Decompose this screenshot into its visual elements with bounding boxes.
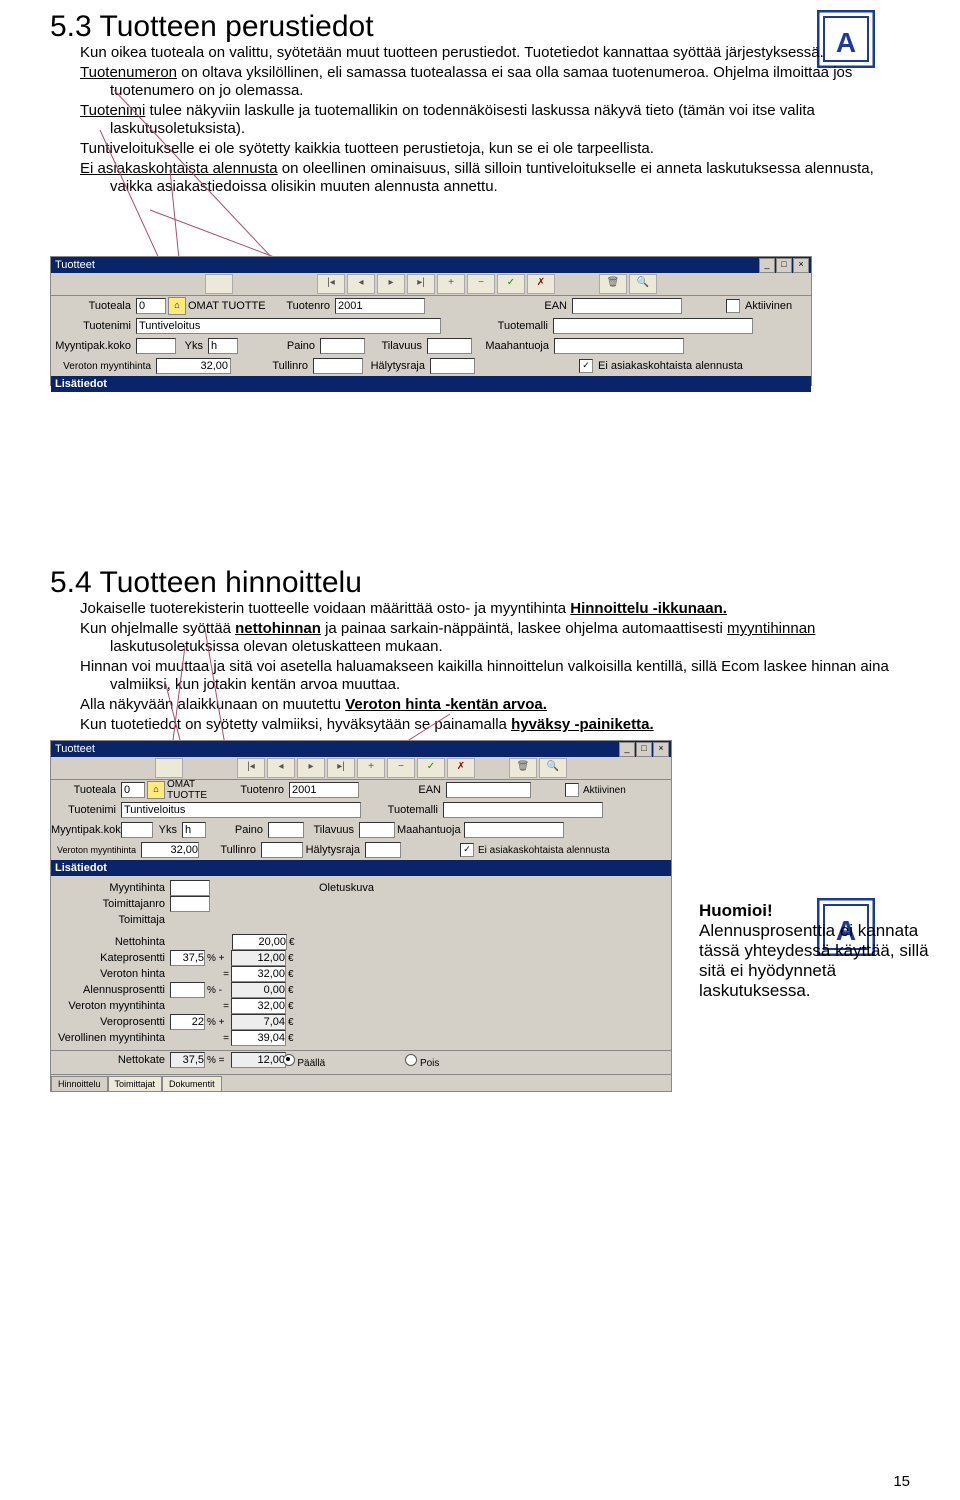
s54-p5: Kun tuotetiedot on syötetty valmiiksi, h… bbox=[80, 716, 910, 734]
add-icon[interactable]: + bbox=[437, 274, 465, 294]
window-title: Tuotteet bbox=[55, 257, 95, 273]
eak-checkbox[interactable]: ✓ bbox=[579, 359, 593, 373]
mpk-input[interactable] bbox=[136, 338, 176, 354]
search-icon-2[interactable]: 🔍 bbox=[539, 758, 567, 778]
tuotemalli-input[interactable] bbox=[553, 318, 753, 334]
paino-label: Paino bbox=[240, 340, 318, 352]
lisatiedot-bar-2: Lisätiedot bbox=[51, 860, 671, 876]
tuotenimi-label: Tuotenimi bbox=[51, 320, 134, 332]
halytys-label: Hälytysraja bbox=[365, 360, 428, 372]
halytys-input[interactable] bbox=[430, 358, 475, 374]
page-number: 15 bbox=[893, 1473, 910, 1490]
minimize-btn-2[interactable]: _ bbox=[619, 742, 635, 757]
s53-p5: Ei asiakaskohtaista alennusta on oleelli… bbox=[80, 160, 910, 196]
s54-p4: Alla näkyvään alaikkunaan on muutettu Ve… bbox=[80, 696, 910, 714]
nav-last-icon[interactable]: ▸| bbox=[407, 274, 435, 294]
remove-icon[interactable]: − bbox=[467, 274, 495, 294]
pois-radio[interactable] bbox=[405, 1054, 417, 1066]
mpk-label: Myyntipak.koko bbox=[51, 340, 134, 352]
nav-next-icon-2[interactable]: ▸ bbox=[297, 758, 325, 778]
tuotenro-input[interactable]: 2001 bbox=[335, 298, 425, 314]
vmh-label: Veroton myyntihinta bbox=[51, 361, 154, 372]
cancel-icon-2[interactable]: ✗ bbox=[447, 758, 475, 778]
maahantuoja-label: Maahantuoja bbox=[474, 340, 552, 352]
tuoteala-name: OMAT TUOTTE bbox=[188, 300, 278, 312]
maximize-btn-2[interactable]: □ bbox=[636, 742, 652, 757]
tuoteala-label: Tuoteala bbox=[51, 300, 134, 312]
nav-first-icon-2[interactable]: |◂ bbox=[237, 758, 265, 778]
toolbar: |◂ ◂ ▸ ▸| + − ✓ ✗ 🗑 🔍 bbox=[51, 273, 811, 296]
nav-first-icon[interactable]: |◂ bbox=[317, 274, 345, 294]
ean-label: EAN bbox=[427, 300, 570, 312]
tilavuus-label: Tilavuus bbox=[367, 340, 425, 352]
s54-p1: Jokaiselle tuoterekisterin tuotteelle vo… bbox=[80, 600, 910, 618]
delete-icon[interactable]: 🗑 bbox=[599, 274, 627, 294]
nav-next-icon[interactable]: ▸ bbox=[377, 274, 405, 294]
nav-last-icon-2[interactable]: ▸| bbox=[327, 758, 355, 778]
tullinro-input[interactable] bbox=[313, 358, 363, 374]
lisatiedot-bar: Lisätiedot bbox=[51, 376, 811, 392]
s53-p3: Tuotenimi tulee näkyviin laskulle ja tuo… bbox=[80, 102, 910, 138]
s53-p2: Tuotenumeron on oltava yksilöllinen, eli… bbox=[80, 64, 910, 100]
aktiivinen-label: Aktiivinen bbox=[745, 300, 792, 312]
section-53-title: 5.3 Tuotteen perustiedot bbox=[50, 10, 910, 44]
lookup-icon[interactable]: ⌂ bbox=[168, 297, 186, 315]
maahantuoja-input[interactable] bbox=[554, 338, 684, 354]
s53-p1: Kun oikea tuoteala on valittu, syötetään… bbox=[80, 44, 910, 62]
delete-icon-2[interactable]: 🗑 bbox=[509, 758, 537, 778]
add-icon-2[interactable]: + bbox=[357, 758, 385, 778]
maximize-btn[interactable]: □ bbox=[776, 258, 792, 273]
ean-input[interactable] bbox=[572, 298, 682, 314]
tool-blank-2[interactable] bbox=[155, 758, 183, 778]
window-title-2: Tuotteet bbox=[55, 741, 95, 757]
section-54-title: 5.4 Tuotteen hinnoittelu bbox=[50, 566, 910, 600]
tilavuus-input[interactable] bbox=[427, 338, 472, 354]
product-window-2: Tuotteet _ □ × |◂ ◂ ▸ ▸| + − ✓ ✗ 🗑 bbox=[50, 740, 672, 1092]
tab-dokumentit[interactable]: Dokumentit bbox=[162, 1076, 222, 1091]
eak-label: Ei asiakaskohtaista alennusta bbox=[598, 360, 743, 372]
vmh-input[interactable]: 32,00 bbox=[156, 358, 231, 374]
accept-icon[interactable]: ✓ bbox=[497, 274, 525, 294]
tullinro-label: Tullinro bbox=[233, 360, 311, 372]
paino-input[interactable] bbox=[320, 338, 365, 354]
yks-input[interactable]: h bbox=[208, 338, 238, 354]
close-btn-2[interactable]: × bbox=[653, 742, 669, 757]
nav-prev-icon-2[interactable]: ◂ bbox=[267, 758, 295, 778]
close-btn[interactable]: × bbox=[793, 258, 809, 273]
search-icon[interactable]: 🔍 bbox=[629, 274, 657, 294]
tab-toimittajat[interactable]: Toimittajat bbox=[108, 1076, 163, 1091]
s53-p4: Tuntiveloitukselle ei ole syötetty kaikk… bbox=[80, 140, 910, 158]
tuotemalli-label: Tuotemalli bbox=[443, 320, 551, 332]
product-window-1: Tuotteet _ □ × |◂ ◂ ▸ ▸| + − ✓ ✗ 🗑 bbox=[50, 256, 812, 386]
tool-blank[interactable] bbox=[205, 274, 233, 294]
toolbar-2: |◂ ◂ ▸ ▸| + − ✓ ✗ 🗑 🔍 bbox=[51, 757, 671, 780]
huomioi-note: Huomioi! Alennusprosenttia ei kannata tä… bbox=[699, 901, 939, 1001]
tuotenro-label: Tuotenro bbox=[280, 300, 333, 312]
yks-label: Yks bbox=[178, 340, 206, 352]
paalla-radio[interactable] bbox=[283, 1054, 295, 1066]
accept-icon-2[interactable]: ✓ bbox=[417, 758, 445, 778]
nav-prev-icon[interactable]: ◂ bbox=[347, 274, 375, 294]
s54-p2: Kun ohjelmalle syöttää nettohinnan ja pa… bbox=[80, 620, 910, 656]
s54-p3: Hinnan voi muuttaa ja sitä voi asetella … bbox=[80, 658, 910, 694]
minimize-btn[interactable]: _ bbox=[759, 258, 775, 273]
remove-icon-2[interactable]: − bbox=[387, 758, 415, 778]
tuoteala-input[interactable]: 0 bbox=[136, 298, 166, 314]
cancel-icon[interactable]: ✗ bbox=[527, 274, 555, 294]
lookup-icon-2[interactable]: ⌂ bbox=[147, 781, 165, 799]
aktiivinen-checkbox[interactable] bbox=[726, 299, 740, 313]
tuotenimi-input[interactable]: Tuntiveloitus bbox=[136, 318, 441, 334]
tab-hinnoittelu[interactable]: Hinnoittelu bbox=[51, 1076, 108, 1091]
